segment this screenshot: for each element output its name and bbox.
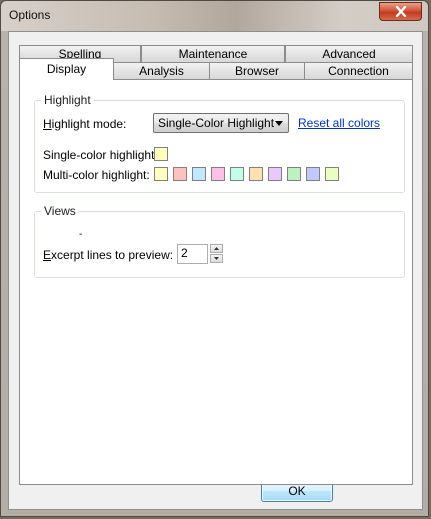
single-color-swatch[interactable]	[154, 147, 168, 161]
multi-color-swatch-3[interactable]	[192, 167, 206, 181]
reset-all-colors-link[interactable]: Reset all colors	[298, 116, 380, 130]
options-dialog: Options Spelling Maintenance Advanced Di…	[0, 0, 429, 517]
highlight-mode-select[interactable]: Single-Color Highlight	[153, 113, 289, 133]
chevron-down-icon	[214, 257, 219, 260]
views-group-title: Views	[41, 204, 79, 218]
chevron-up-icon	[214, 247, 219, 250]
tab-advanced[interactable]: Advanced	[285, 45, 413, 63]
title-bar[interactable]: Options	[1, 1, 428, 31]
tab-maintenance[interactable]: Maintenance	[141, 45, 285, 63]
excerpt-lines-label: Excerpt lines to preview:	[43, 248, 174, 262]
chevron-down-icon	[275, 121, 283, 126]
multi-color-swatch-1[interactable]	[154, 167, 168, 181]
multi-color-swatch-4[interactable]	[211, 167, 225, 181]
close-button[interactable]	[379, 2, 422, 21]
excerpt-lines-increment[interactable]	[210, 244, 223, 253]
single-color-highlight-label: Single-color highlight:	[43, 148, 158, 162]
highlight-mode-value: Single-Color Highlight	[158, 116, 275, 130]
tab-connection[interactable]: Connection	[304, 62, 413, 80]
minor-mark: -	[79, 229, 83, 240]
highlight-mode-label: Highlight mode:	[43, 117, 127, 131]
multi-color-highlight-label: Multi-color highlight:	[43, 168, 150, 182]
multi-color-swatch-10[interactable]	[325, 167, 339, 181]
multi-color-swatch-2[interactable]	[173, 167, 187, 181]
highlight-group-title: Highlight	[41, 93, 94, 107]
window-title: Options	[9, 8, 51, 22]
display-tab-panel: Highlight Highlight mode: Single-Color H…	[19, 79, 413, 485]
multi-color-swatch-7[interactable]	[268, 167, 282, 181]
dialog-client-area: Spelling Maintenance Advanced Display An…	[8, 31, 423, 510]
tab-display[interactable]: Display	[19, 58, 114, 80]
excerpt-lines-input[interactable]: 2	[177, 244, 208, 264]
excerpt-lines-decrement[interactable]	[210, 254, 223, 263]
close-icon	[395, 6, 406, 17]
multi-color-swatch-8[interactable]	[287, 167, 301, 181]
multi-color-swatch-9[interactable]	[306, 167, 320, 181]
multi-color-swatch-6[interactable]	[249, 167, 263, 181]
multi-color-swatch-5[interactable]	[230, 167, 244, 181]
tab-analysis[interactable]: Analysis	[113, 62, 210, 80]
tab-browser[interactable]: Browser	[209, 62, 305, 80]
